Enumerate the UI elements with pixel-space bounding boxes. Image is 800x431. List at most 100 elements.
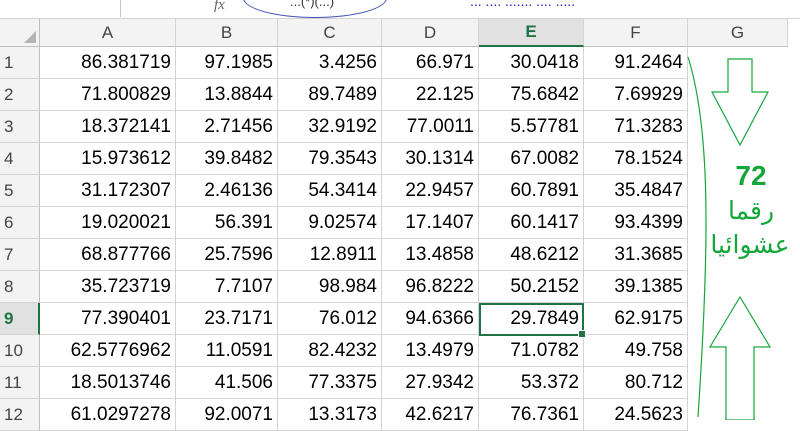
cell-c1[interactable]: 3.4256 [278,47,382,79]
cell-e11[interactable]: 53.372 [479,367,584,399]
cell-c6[interactable]: 9.02574 [278,207,382,239]
cell-d2[interactable]: 22.125 [382,79,479,111]
annotation-count: 72 [735,160,767,191]
row-header-7[interactable]: 7 [0,239,40,271]
cell-f9[interactable]: 62.9175 [584,303,688,335]
cell-f5[interactable]: 35.4847 [584,175,688,207]
cell-a3[interactable]: 18.372141 [40,111,176,143]
cell-e10[interactable]: 71.0782 [479,335,584,367]
cell-d12[interactable]: 42.6217 [382,399,479,431]
cell-f2[interactable]: 7.69929 [584,79,688,111]
cell-e2[interactable]: 75.6842 [479,79,584,111]
cell-d1[interactable]: 66.971 [382,47,479,79]
cell-d10[interactable]: 13.4979 [382,335,479,367]
cell-d7[interactable]: 13.4858 [382,239,479,271]
annotation-word-1: رقما [727,196,775,225]
column-header-e[interactable]: E [479,19,584,47]
row-header-2[interactable]: 2 [0,79,40,111]
column-header-c[interactable]: C [278,19,382,47]
cell-c8[interactable]: 98.984 [278,271,382,303]
cell-f11[interactable]: 80.712 [584,367,688,399]
cell-b3[interactable]: 2.71456 [176,111,278,143]
cell-e12[interactable]: 76.7361 [479,399,584,431]
cell-b12[interactable]: 92.0071 [176,399,278,431]
cell-e7[interactable]: 48.6212 [479,239,584,271]
row-header-5[interactable]: 5 [0,175,40,207]
cell-f12[interactable]: 24.5623 [584,399,688,431]
row-header-1[interactable]: 1 [0,47,40,79]
cell-e8[interactable]: 50.2152 [479,271,584,303]
column-header-d[interactable]: D [382,19,479,47]
cell-b4[interactable]: 39.8482 [176,143,278,175]
cell-f1[interactable]: 91.2464 [584,47,688,79]
cell-c3[interactable]: 32.9192 [278,111,382,143]
cell-a4[interactable]: 15.973612 [40,143,176,175]
cell-a12[interactable]: 61.0297278 [40,399,176,431]
cell-f8[interactable]: 39.1385 [584,271,688,303]
row-header-4[interactable]: 4 [0,143,40,175]
cell-a1[interactable]: 86.381719 [40,47,176,79]
row-header-3[interactable]: 3 [0,111,40,143]
cell-c5[interactable]: 54.3414 [278,175,382,207]
cell-b8[interactable]: 7.7107 [176,271,278,303]
cell-b10[interactable]: 11.0591 [176,335,278,367]
cell-b5[interactable]: 2.46136 [176,175,278,207]
cell-a6[interactable]: 19.020021 [40,207,176,239]
row-header-9[interactable]: 9 [0,303,40,335]
arrow-up-icon [708,295,772,421]
cell-a7[interactable]: 68.877766 [40,239,176,271]
cell-c11[interactable]: 77.3375 [278,367,382,399]
cell-c2[interactable]: 89.7489 [278,79,382,111]
row-header-6[interactable]: 6 [0,207,40,239]
cell-d11[interactable]: 27.9342 [382,367,479,399]
cell-f7[interactable]: 31.3685 [584,239,688,271]
cell-e6[interactable]: 60.1417 [479,207,584,239]
row-header-10[interactable]: 10 [0,335,40,367]
name-box[interactable] [0,0,121,17]
cell-b7[interactable]: 25.7596 [176,239,278,271]
cell-d5[interactable]: 22.9457 [382,175,479,207]
column-header-a[interactable]: A [40,19,176,47]
fill-handle[interactable] [578,330,586,338]
cell-b11[interactable]: 41.506 [176,367,278,399]
column-header-b[interactable]: B [176,19,278,47]
cell-d8[interactable]: 96.8222 [382,271,479,303]
cell-e1[interactable]: 30.0418 [479,47,584,79]
cell-c9[interactable]: 76.012 [278,303,382,335]
select-all-button[interactable] [0,19,40,47]
cell-c4[interactable]: 79.3543 [278,143,382,175]
cell-e5[interactable]: 60.7891 [479,175,584,207]
cell-c10[interactable]: 82.4232 [278,335,382,367]
cell-c12[interactable]: 13.3173 [278,399,382,431]
row-header-8[interactable]: 8 [0,271,40,303]
cell-a8[interactable]: 35.723719 [40,271,176,303]
active-cell-selection[interactable] [479,303,586,338]
cell-a5[interactable]: 31.172307 [40,175,176,207]
cell-f3[interactable]: 71.3283 [584,111,688,143]
fx-icon[interactable]: fx [214,0,225,14]
column-header-f[interactable]: F [584,19,688,47]
cell-b1[interactable]: 97.1985 [176,47,278,79]
formula-input[interactable]: ...(*)(...) [290,0,334,9]
column-header-g[interactable]: G [688,19,788,47]
row-header-12[interactable]: 12 [0,399,40,431]
cell-d4[interactable]: 30.1314 [382,143,479,175]
cell-f10[interactable]: 49.758 [584,335,688,367]
select-all-triangle-icon [24,31,36,43]
cell-d9[interactable]: 94.6366 [382,303,479,335]
cell-d6[interactable]: 17.1407 [382,207,479,239]
cell-a11[interactable]: 18.5013746 [40,367,176,399]
cell-a2[interactable]: 71.800829 [40,79,176,111]
cell-a9[interactable]: 77.390401 [40,303,176,335]
cell-d3[interactable]: 77.0011 [382,111,479,143]
cell-e3[interactable]: 5.57781 [479,111,584,143]
cell-b2[interactable]: 13.8844 [176,79,278,111]
cell-f4[interactable]: 78.1524 [584,143,688,175]
cell-a10[interactable]: 62.5776962 [40,335,176,367]
cell-e4[interactable]: 67.0082 [479,143,584,175]
row-header-11[interactable]: 11 [0,367,40,399]
cell-f6[interactable]: 93.4399 [584,207,688,239]
cell-b9[interactable]: 23.7171 [176,303,278,335]
cell-b6[interactable]: 56.391 [176,207,278,239]
cell-c7[interactable]: 12.8911 [278,239,382,271]
